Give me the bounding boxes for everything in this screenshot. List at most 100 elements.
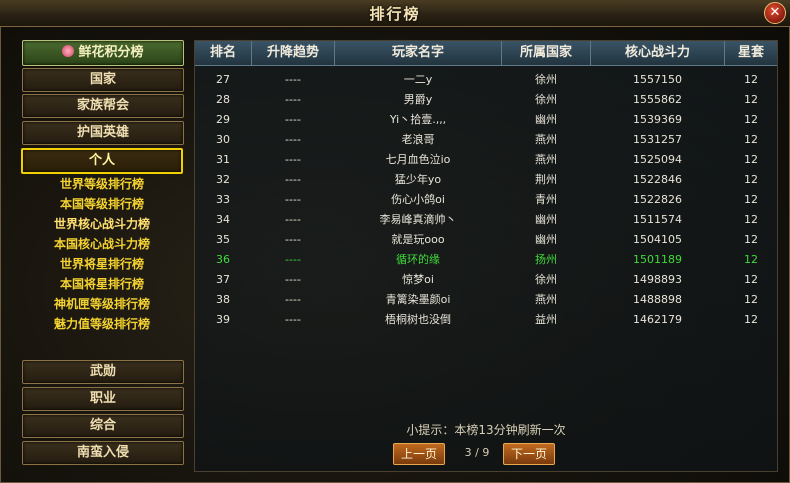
page-indicator: 3 / 9 bbox=[464, 446, 490, 459]
rank-cell: 33 bbox=[216, 193, 230, 206]
star-cell: 12 bbox=[744, 253, 758, 266]
country-cell: 荆州 bbox=[535, 173, 557, 186]
table-row[interactable]: 33 ---- 伤心小鸽oi 青州 1522826 12 bbox=[195, 190, 777, 210]
name-cell: 猛少年yo bbox=[394, 173, 442, 186]
subitem-world-star[interactable]: 世界将星排行榜 bbox=[20, 254, 184, 274]
table-row[interactable]: 31 ---- 七月血色泣io 燕州 1525094 12 bbox=[195, 150, 777, 170]
table-row[interactable]: 37 ---- 惊梦oi 徐州 1498893 12 bbox=[195, 270, 777, 290]
rank-cell: 34 bbox=[216, 213, 230, 226]
col-star: 星套 bbox=[737, 45, 764, 60]
subitem-charm-level[interactable]: 魅力值等级排行榜 bbox=[20, 314, 184, 334]
sidebar-item-clan[interactable]: 家族帮会 bbox=[22, 94, 184, 118]
sidebar-item-hero[interactable]: 护国英雄 bbox=[22, 121, 184, 145]
rank-cell: 37 bbox=[216, 273, 230, 286]
trend-cell: ---- bbox=[285, 253, 301, 266]
country-cell: 扬州 bbox=[535, 253, 557, 266]
power-cell: 1488898 bbox=[633, 293, 682, 306]
subitem-country-star[interactable]: 本国将星排行榜 bbox=[20, 274, 184, 294]
table-row[interactable]: 29 ---- Yi丶拾壹.,,, 幽州 1539369 12 bbox=[195, 110, 777, 130]
prev-page-button[interactable]: 上一页 bbox=[393, 443, 445, 465]
table-header: 排名 升降趋势 玩家名字 所属国家 核心战斗力 星套 bbox=[195, 41, 777, 66]
col-country: 所属国家 bbox=[502, 41, 591, 65]
name-cell: 七月血色泣io bbox=[385, 153, 451, 166]
power-cell: 1522826 bbox=[633, 193, 682, 206]
table-row[interactable]: 28 ---- 男爵y 徐州 1555862 12 bbox=[195, 90, 777, 110]
table-row[interactable]: 36 ---- 循环的缘 扬州 1501189 12 bbox=[195, 250, 777, 270]
subitem-world-power[interactable]: 世界核心战斗力榜 bbox=[20, 214, 184, 234]
trend-cell: ---- bbox=[285, 113, 301, 126]
star-cell: 12 bbox=[744, 313, 758, 326]
star-cell: 12 bbox=[744, 273, 758, 286]
rank-cell: 32 bbox=[216, 173, 230, 186]
sidebar-item-merit[interactable]: 武勋 bbox=[22, 360, 184, 384]
country-cell: 幽州 bbox=[535, 113, 557, 126]
power-cell: 1555862 bbox=[633, 93, 682, 106]
country-cell: 燕州 bbox=[535, 133, 557, 146]
rank-cell: 29 bbox=[216, 113, 230, 126]
star-cell: 12 bbox=[744, 153, 758, 166]
name-cell: 一二y bbox=[403, 73, 433, 86]
name-cell: Yi丶拾壹.,,, bbox=[389, 113, 447, 126]
col-power: 核心战斗力 bbox=[591, 41, 725, 65]
country-cell: 徐州 bbox=[535, 93, 557, 106]
rank-cell: 38 bbox=[216, 293, 230, 306]
trend-cell: ---- bbox=[285, 273, 301, 286]
trend-cell: ---- bbox=[285, 233, 301, 246]
table-row[interactable]: 34 ---- 李易峰真滴帅丶 幽州 1511574 12 bbox=[195, 210, 777, 230]
table-body: 27 ---- 一二y 徐州 1557150 12 28 ---- 男爵y 徐州 1555862 12… bbox=[195, 70, 777, 330]
subitem-country-power[interactable]: 本国核心战斗力榜 bbox=[20, 234, 184, 254]
star-cell: 12 bbox=[744, 173, 758, 186]
window-title: 排行榜 bbox=[369, 5, 421, 23]
sidebar-flower-rank[interactable]: 鲜花积分榜 bbox=[22, 40, 184, 66]
col-trend: 升降趋势 bbox=[252, 41, 335, 65]
name-cell: 青篱染墨颜oi bbox=[385, 293, 451, 306]
rank-cell: 31 bbox=[216, 153, 230, 166]
country-cell: 青州 bbox=[535, 193, 557, 206]
country-cell: 徐州 bbox=[535, 273, 557, 286]
trend-cell: ---- bbox=[285, 313, 301, 326]
col-rank: 排名 bbox=[195, 41, 252, 65]
name-cell: 循环的缘 bbox=[396, 253, 440, 266]
trend-cell: ---- bbox=[285, 173, 301, 186]
trend-cell: ---- bbox=[285, 293, 301, 306]
next-page-button[interactable]: 下一页 bbox=[503, 443, 555, 465]
country-cell: 燕州 bbox=[535, 153, 557, 166]
sidebar-item-invasion[interactable]: 南蛮入侵 bbox=[22, 441, 184, 465]
name-cell: 伤心小鸽oi bbox=[391, 193, 445, 206]
power-cell: 1522846 bbox=[633, 173, 682, 186]
table-row[interactable]: 39 ---- 梧桐树也没倒 益州 1462179 12 bbox=[195, 310, 777, 330]
trend-cell: ---- bbox=[285, 193, 301, 206]
country-cell: 燕州 bbox=[535, 293, 557, 306]
sidebar-item-country[interactable]: 国家 bbox=[22, 68, 184, 92]
star-cell: 12 bbox=[744, 293, 758, 306]
rank-cell: 35 bbox=[216, 233, 230, 246]
rank-cell: 28 bbox=[216, 93, 230, 106]
table-row[interactable]: 32 ---- 猛少年yo 荆州 1522846 12 bbox=[195, 170, 777, 190]
power-cell: 1501189 bbox=[633, 253, 682, 266]
power-cell: 1504105 bbox=[633, 233, 682, 246]
table-row[interactable]: 35 ---- 就是玩ooo 幽州 1504105 12 bbox=[195, 230, 777, 250]
table-row[interactable]: 27 ---- 一二y 徐州 1557150 12 bbox=[195, 70, 777, 90]
star-cell: 12 bbox=[744, 133, 758, 146]
country-cell: 幽州 bbox=[535, 233, 557, 246]
trend-cell: ---- bbox=[285, 133, 301, 146]
sidebar-item-personal[interactable]: 个人 bbox=[21, 148, 183, 174]
sidebar-item-overall[interactable]: 综合 bbox=[22, 414, 184, 438]
star-cell: 12 bbox=[744, 233, 758, 246]
sidebar-item-job[interactable]: 职业 bbox=[22, 387, 184, 411]
refresh-hint: 小提示：本榜13分钟刷新一次 bbox=[406, 423, 566, 437]
power-cell: 1557150 bbox=[633, 73, 682, 86]
table-row[interactable]: 38 ---- 青篱染墨颜oi 燕州 1488898 12 bbox=[195, 290, 777, 310]
trend-cell: ---- bbox=[285, 73, 301, 86]
country-cell: 益州 bbox=[535, 313, 557, 326]
country-cell: 徐州 bbox=[535, 73, 557, 86]
subitem-box-level[interactable]: 神机匣等级排行榜 bbox=[20, 294, 184, 314]
sidebar: 鲜花积分榜 国家 家族帮会 护国英雄 个人 世界等级排行榜 本国等级排行榜 世界… bbox=[20, 40, 184, 470]
subitem-world-level[interactable]: 世界等级排行榜 bbox=[20, 174, 184, 194]
table-row[interactable]: 30 ---- 老浪哥 燕州 1531257 12 bbox=[195, 130, 777, 150]
close-icon[interactable]: ✕ bbox=[764, 2, 786, 24]
country-cell: 幽州 bbox=[535, 213, 557, 226]
star-cell: 12 bbox=[744, 193, 758, 206]
subitem-country-level[interactable]: 本国等级排行榜 bbox=[20, 194, 184, 214]
trend-cell: ---- bbox=[285, 153, 301, 166]
